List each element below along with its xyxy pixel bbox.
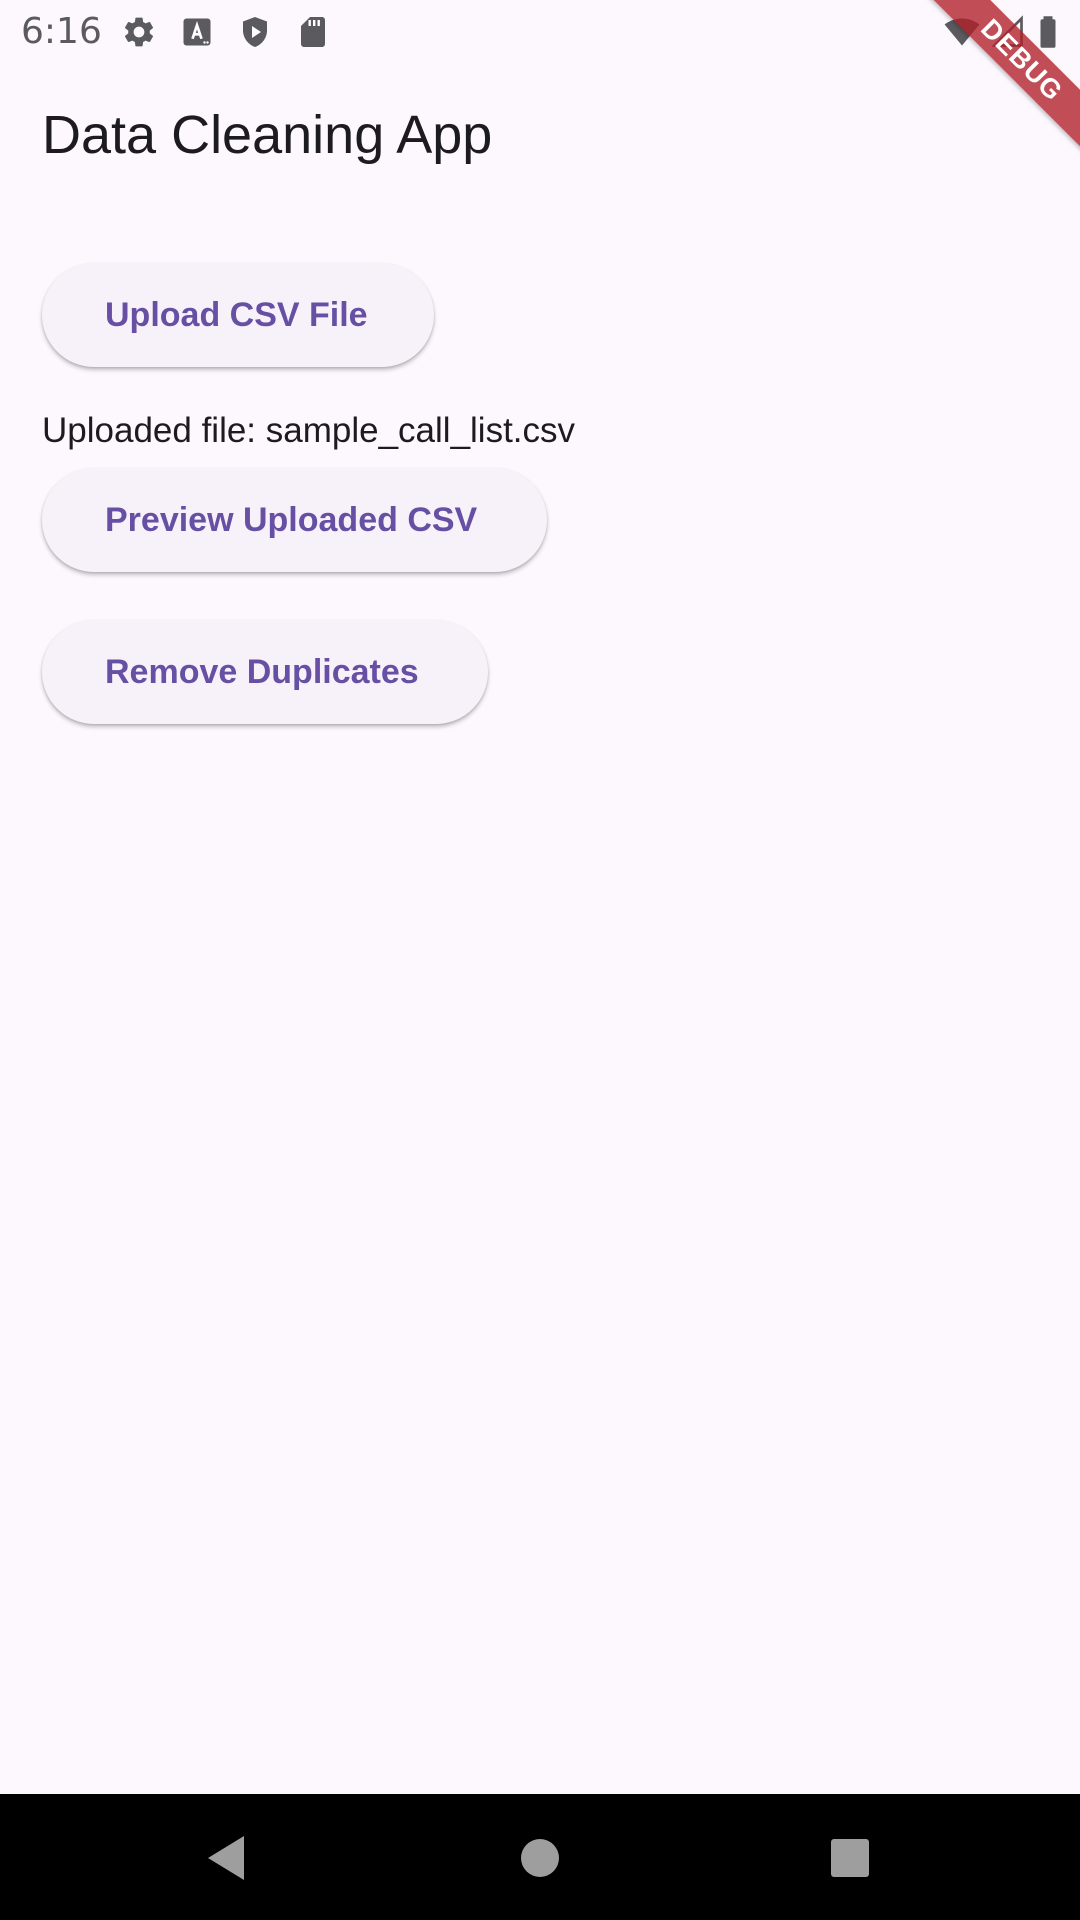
cell-signal-icon [990,14,1026,50]
wifi-icon [944,14,980,50]
text-a-icon [179,14,215,50]
sd-card-icon [295,14,331,50]
status-time: 6:16 [21,11,102,52]
upload-csv-button[interactable]: Upload CSV File [42,263,434,367]
shield-play-icon [237,14,273,50]
gear-icon [121,14,157,50]
battery-icon [1030,14,1066,50]
home-icon[interactable] [500,1818,580,1898]
uploaded-file-label: Uploaded file: sample_call_list.csv [42,411,576,450]
remove-duplicates-button[interactable]: Remove Duplicates [42,620,488,724]
status-bar: 6:16 [0,0,1080,64]
system-navigation-bar [0,1794,1080,1920]
back-icon[interactable] [186,1818,266,1898]
page-title: Data Cleaning App [42,105,493,165]
preview-csv-button[interactable]: Preview Uploaded CSV [42,468,547,572]
recents-icon[interactable] [810,1818,890,1898]
